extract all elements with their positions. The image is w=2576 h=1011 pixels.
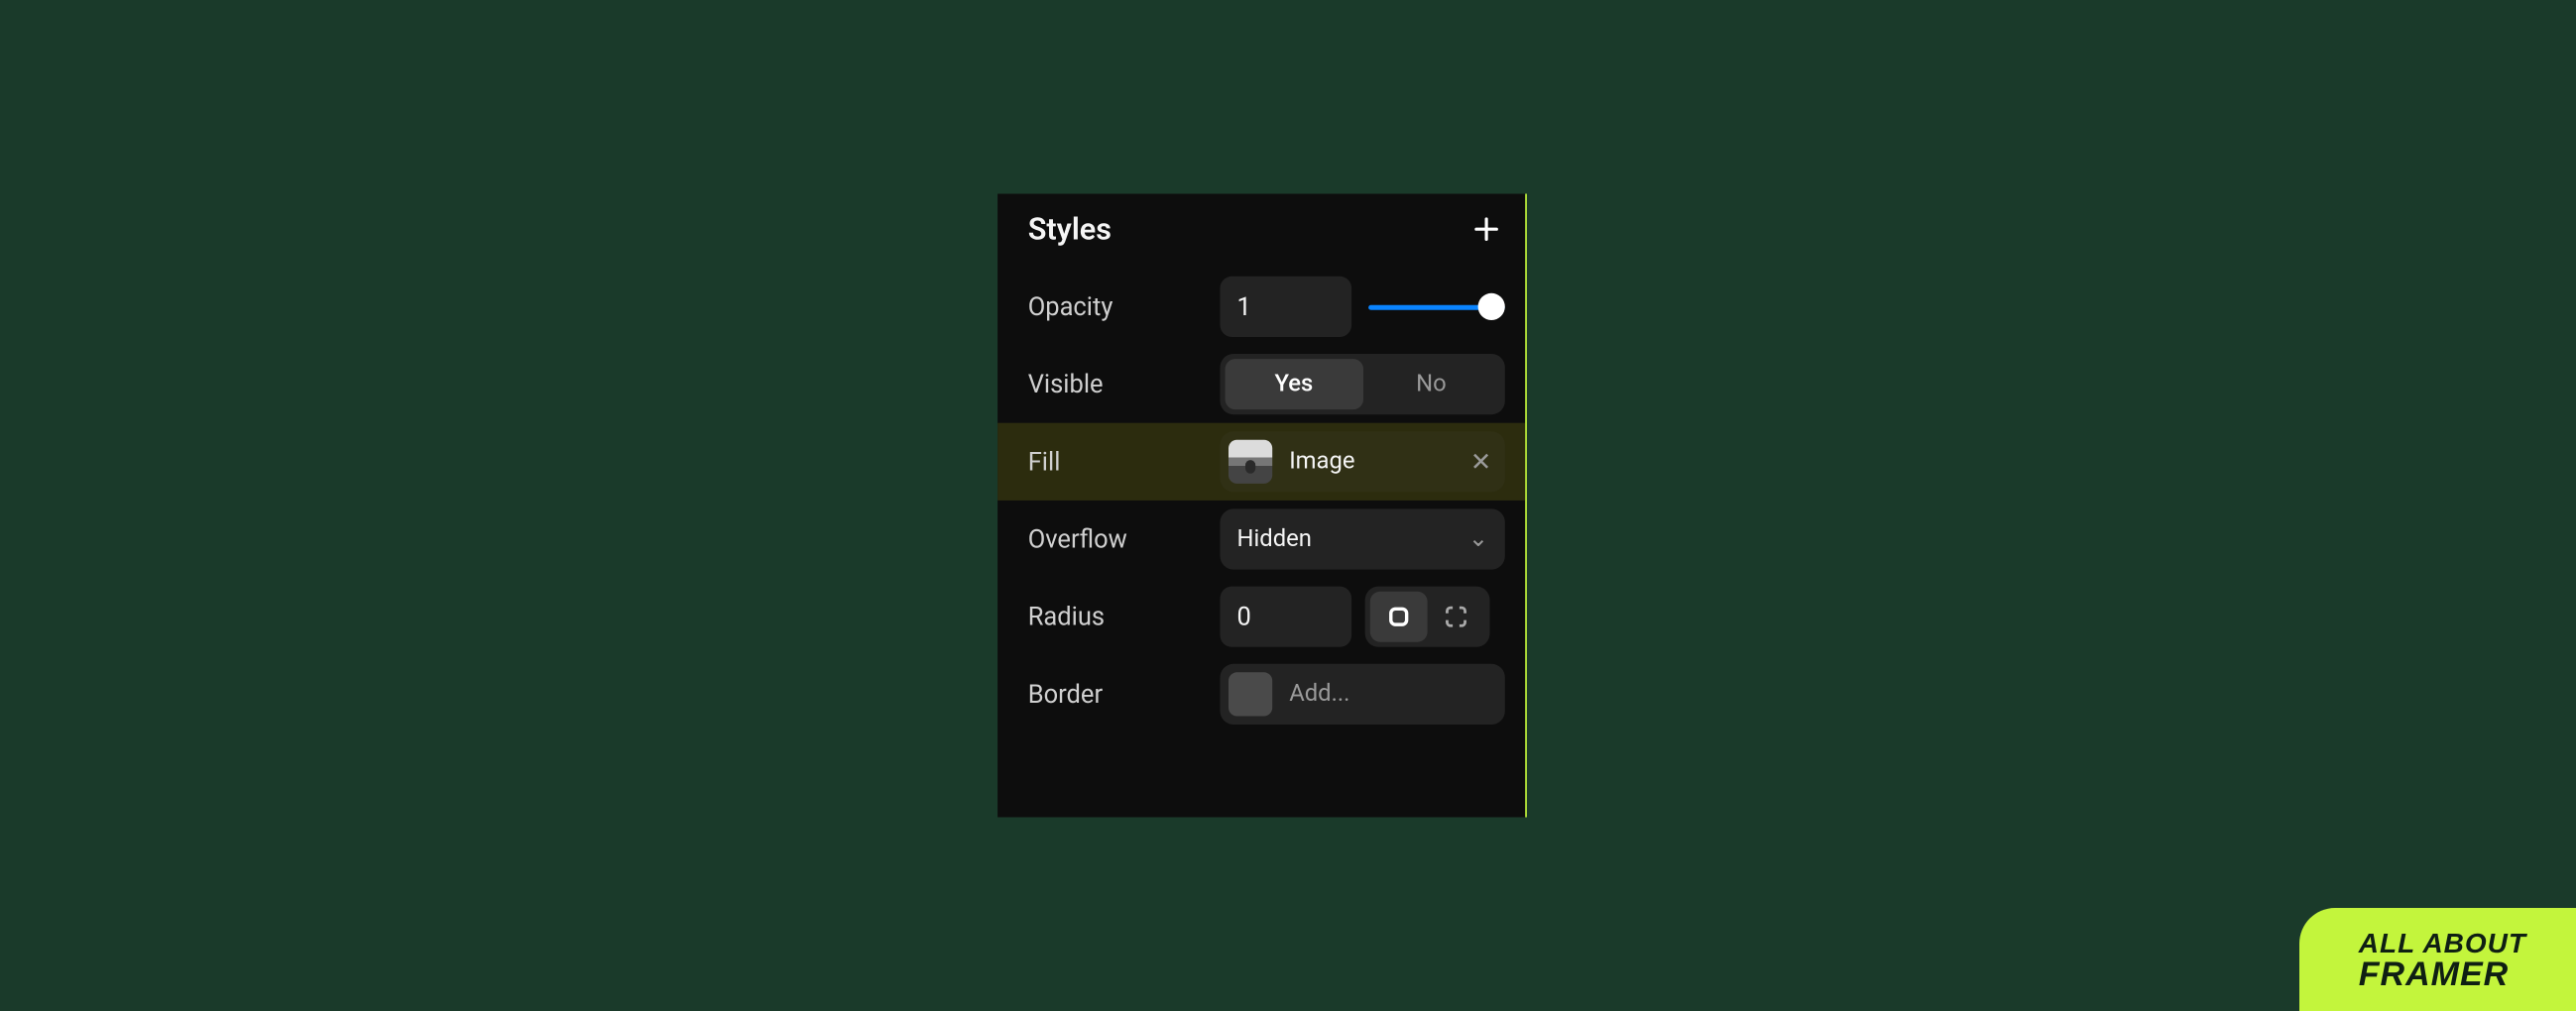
visible-yes[interactable]: Yes (1226, 359, 1363, 409)
styles-panel: Fill ✕ (997, 194, 1527, 818)
plus-icon (1471, 214, 1502, 245)
badge-line-1: ALL ABOUT (2359, 930, 2526, 957)
border-swatch-icon (1229, 672, 1272, 716)
fill-chip-label: Image (1289, 448, 1354, 475)
overflow-value: Hidden (1237, 525, 1312, 552)
opacity-slider[interactable] (1368, 277, 1505, 337)
slider-thumb[interactable] (1478, 293, 1505, 320)
border-label: Border (1028, 679, 1204, 710)
styles-title: Styles (1028, 211, 1112, 247)
visible-segment: Yes No (1221, 354, 1505, 414)
remove-fill-icon[interactable]: ✕ (1470, 447, 1491, 478)
fill-label: Fill (1028, 447, 1204, 478)
opacity-label: Opacity (1028, 291, 1204, 322)
overflow-select[interactable]: Hidden ⌄ (1221, 508, 1505, 569)
opacity-input[interactable]: 1 (1221, 277, 1352, 337)
corners-icon (1443, 604, 1469, 630)
radius-label: Radius (1028, 602, 1204, 632)
radius-uniform[interactable] (1370, 592, 1428, 642)
fill-chip[interactable]: Image ✕ (1221, 431, 1505, 492)
visible-label: Visible (1028, 369, 1204, 399)
radius-per-corner[interactable] (1428, 592, 1485, 642)
fill-thumbnail-icon (1229, 440, 1272, 484)
add-style-button[interactable] (1467, 211, 1504, 248)
chevron-down-icon: ⌄ (1468, 525, 1488, 552)
brand-badge: ALL ABOUT FRAMER (2299, 908, 2576, 1011)
radius-input[interactable]: 0 (1221, 587, 1352, 647)
badge-line-2: FRAMER (2359, 957, 2526, 991)
square-icon (1385, 604, 1412, 630)
visible-no[interactable]: No (1362, 359, 1500, 409)
overflow-label: Overflow (1028, 524, 1204, 555)
radius-mode-segment (1365, 587, 1490, 647)
border-add[interactable]: Add... (1221, 664, 1505, 725)
border-value: Add... (1289, 681, 1349, 708)
